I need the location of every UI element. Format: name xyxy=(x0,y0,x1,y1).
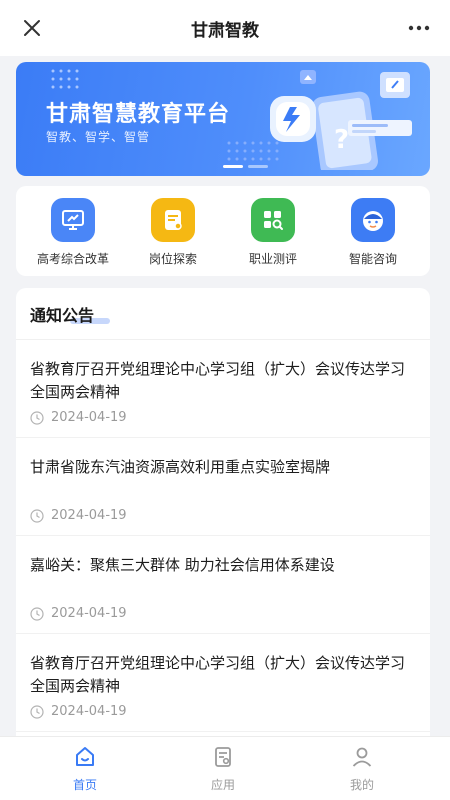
notice-item-date: 2024-04-19 xyxy=(30,704,127,719)
notice-item-date: 2024-04-19 xyxy=(30,508,127,523)
tab-label: 我的 xyxy=(349,778,374,792)
banner-indicator xyxy=(248,165,268,168)
home-icon xyxy=(76,747,94,766)
svg-text:?: ? xyxy=(334,125,349,155)
phone-illustration-icon: ? xyxy=(270,70,412,170)
quick-link-label: 高考综合改革 xyxy=(36,252,109,266)
notice-item-title: 省教育厅召开党组理论中心学习组（扩大）会议传达学习全国两会精神 xyxy=(30,360,406,401)
notice-item[interactable]: 省教育厅召开党组理论中心学习组（扩大）会议传达学习全国两会精神 2024-04-… xyxy=(16,634,430,732)
advisor-icon xyxy=(351,198,395,242)
page-title: 甘肃智教 xyxy=(191,21,259,41)
banner-subtitle: 智教、智学、智管 xyxy=(46,130,151,144)
clock-icon xyxy=(30,508,44,523)
date-text: 2024-04-19 xyxy=(51,704,127,719)
date-text: 2024-04-19 xyxy=(51,508,127,523)
quick-link-career-test[interactable]: 职业测评 xyxy=(223,198,323,267)
banner-indicator-active xyxy=(223,165,243,168)
clock-icon xyxy=(30,704,44,719)
clock-icon xyxy=(30,606,44,621)
notice-item[interactable]: 省教育厅召开党组理论中心学习组（扩大）会议传达学习全国两会精神 2024-04-… xyxy=(16,340,430,438)
notice-item-title: 嘉峪关：聚焦三大群体 助力社会信用体系建设 xyxy=(30,556,335,574)
notice-panel: 通知公告 省教育厅召开党组理论中心学习组（扩大）会议传达学习全国两会精神 202… xyxy=(16,288,430,748)
top-bar: 甘肃智教 xyxy=(0,0,450,56)
tab-apps[interactable]: 应用 xyxy=(183,745,263,793)
apps-icon xyxy=(215,747,231,767)
quick-links: 高考综合改革 岗位探索 职业测评 智能咨询 xyxy=(16,186,430,276)
notice-item[interactable]: 嘉峪关：聚焦三大群体 助力社会信用体系建设 2024-04-19 xyxy=(16,536,430,634)
notice-title: 通知公告 xyxy=(30,306,95,325)
notice-item-title: 甘肃省陇东汽油资源高效利用重点实验室揭牌 xyxy=(30,458,331,476)
quick-link-label: 智能咨询 xyxy=(348,252,397,266)
tab-profile[interactable]: 我的 xyxy=(322,745,402,793)
tab-label: 首页 xyxy=(72,778,97,792)
banner[interactable]: 甘肃智慧教育平台 智教、智学、智管 ? xyxy=(16,62,430,176)
notice-item-title: 省教育厅召开党组理论中心学习组（扩大）会议传达学习全国两会精神 xyxy=(30,654,406,695)
date-text: 2024-04-19 xyxy=(51,410,127,425)
presentation-icon xyxy=(51,198,95,242)
quick-link-smart-consult[interactable]: 智能咨询 xyxy=(323,198,423,267)
notice-header: 通知公告 xyxy=(16,288,430,340)
more-icon[interactable] xyxy=(406,16,432,40)
profile-icon xyxy=(352,747,372,767)
tab-label: 应用 xyxy=(210,778,235,792)
notice-item[interactable]: 甘肃省陇东汽油资源高效利用重点实验室揭牌 2024-04-19 xyxy=(16,438,430,536)
quick-link-gaokao-reform[interactable]: 高考综合改革 xyxy=(23,198,123,267)
banner-title: 甘肃智慧教育平台 xyxy=(46,102,231,127)
document-icon xyxy=(151,198,195,242)
notice-item-date: 2024-04-19 xyxy=(30,606,127,621)
quick-link-label: 职业测评 xyxy=(248,252,297,266)
clock-icon xyxy=(30,410,44,425)
bottom-tab-bar: 首页 应用 我的 xyxy=(0,736,450,800)
quick-link-label: 岗位探索 xyxy=(148,252,197,266)
quick-link-job-explore[interactable]: 岗位探索 xyxy=(123,198,223,267)
notice-item-date: 2024-04-19 xyxy=(30,410,127,425)
grid-search-icon xyxy=(251,198,295,242)
decor-dots-icon xyxy=(51,69,79,89)
date-text: 2024-04-19 xyxy=(51,606,127,621)
tab-home[interactable]: 首页 xyxy=(45,745,125,793)
